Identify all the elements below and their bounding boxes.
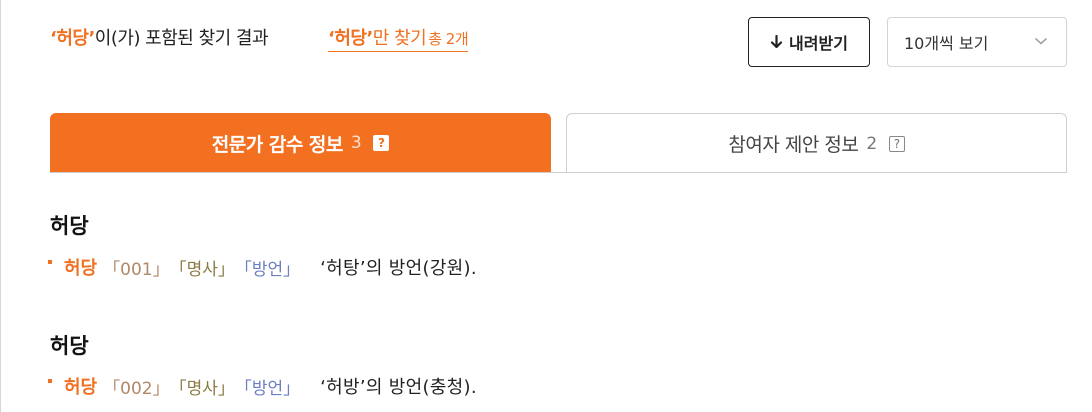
sense-number: 「001」 xyxy=(103,259,170,280)
bullet-icon xyxy=(48,260,52,264)
definition-text: ‘허방’의 방언(충청). xyxy=(320,377,477,398)
region-tag: 「방언」 xyxy=(234,259,301,280)
tab-divider xyxy=(50,172,1067,173)
per-page-value: 10개씩 보기 xyxy=(904,34,989,53)
bullet-icon xyxy=(48,379,52,383)
exact-match-label: 만 찾기 xyxy=(372,28,427,49)
exact-match-link[interactable]: ‘허당’만 찾기 총 2개 xyxy=(328,24,469,52)
part-of-speech-tag: 「명사」 xyxy=(169,378,235,399)
result-total-count: 총 2개 xyxy=(428,30,469,48)
tab-expert-info[interactable]: 전문가 감수 정보 3 ? xyxy=(50,113,551,173)
per-page-select[interactable]: 10개씩 보기 xyxy=(887,17,1067,67)
help-icon[interactable]: ? xyxy=(888,135,905,152)
entry-title: 허당 xyxy=(50,214,89,238)
tab-expert-label: 전문가 감수 정보 xyxy=(211,133,344,156)
download-label: 내려받기 xyxy=(789,34,848,53)
search-keyword: ‘허당’ xyxy=(50,28,95,49)
help-icon[interactable]: ? xyxy=(373,135,390,151)
part-of-speech-tag: 「명사」 xyxy=(169,259,235,280)
entry-definition-row: 허당 「001」 「명사」 「방언」 ‘허탕’의 방언(강원). xyxy=(48,254,477,280)
definition-text: ‘허탕’의 방언(강원). xyxy=(320,258,477,279)
region-tag: 「방언」 xyxy=(234,378,301,399)
exact-match-keyword: ‘허당’ xyxy=(328,28,373,49)
chevron-down-icon xyxy=(1034,37,1048,45)
result-summary: ‘허당’이(가) 포함된 찾기 결과 xyxy=(50,24,269,50)
tab-participant-label: 참여자 제안 정보 xyxy=(728,134,859,156)
entry-title: 허당 xyxy=(50,334,89,358)
result-summary-text: 이(가) 포함된 찾기 결과 xyxy=(94,28,269,49)
tab-participant-info[interactable]: 참여자 제안 정보 2 ? xyxy=(566,113,1067,173)
entry-definition-row: 허당 「002」 「명사」 「방언」 ‘허방’의 방언(충청). xyxy=(48,373,477,399)
entry-headword[interactable]: 허당 xyxy=(64,254,97,280)
sense-number: 「002」 xyxy=(103,378,170,399)
left-border xyxy=(0,0,1,412)
entry-headword[interactable]: 허당 xyxy=(64,373,97,399)
arrow-down-icon xyxy=(770,35,783,49)
tab-expert-count: 3 xyxy=(350,133,362,153)
tab-participant-count: 2 xyxy=(866,133,877,154)
download-button[interactable]: 내려받기 xyxy=(748,17,870,67)
